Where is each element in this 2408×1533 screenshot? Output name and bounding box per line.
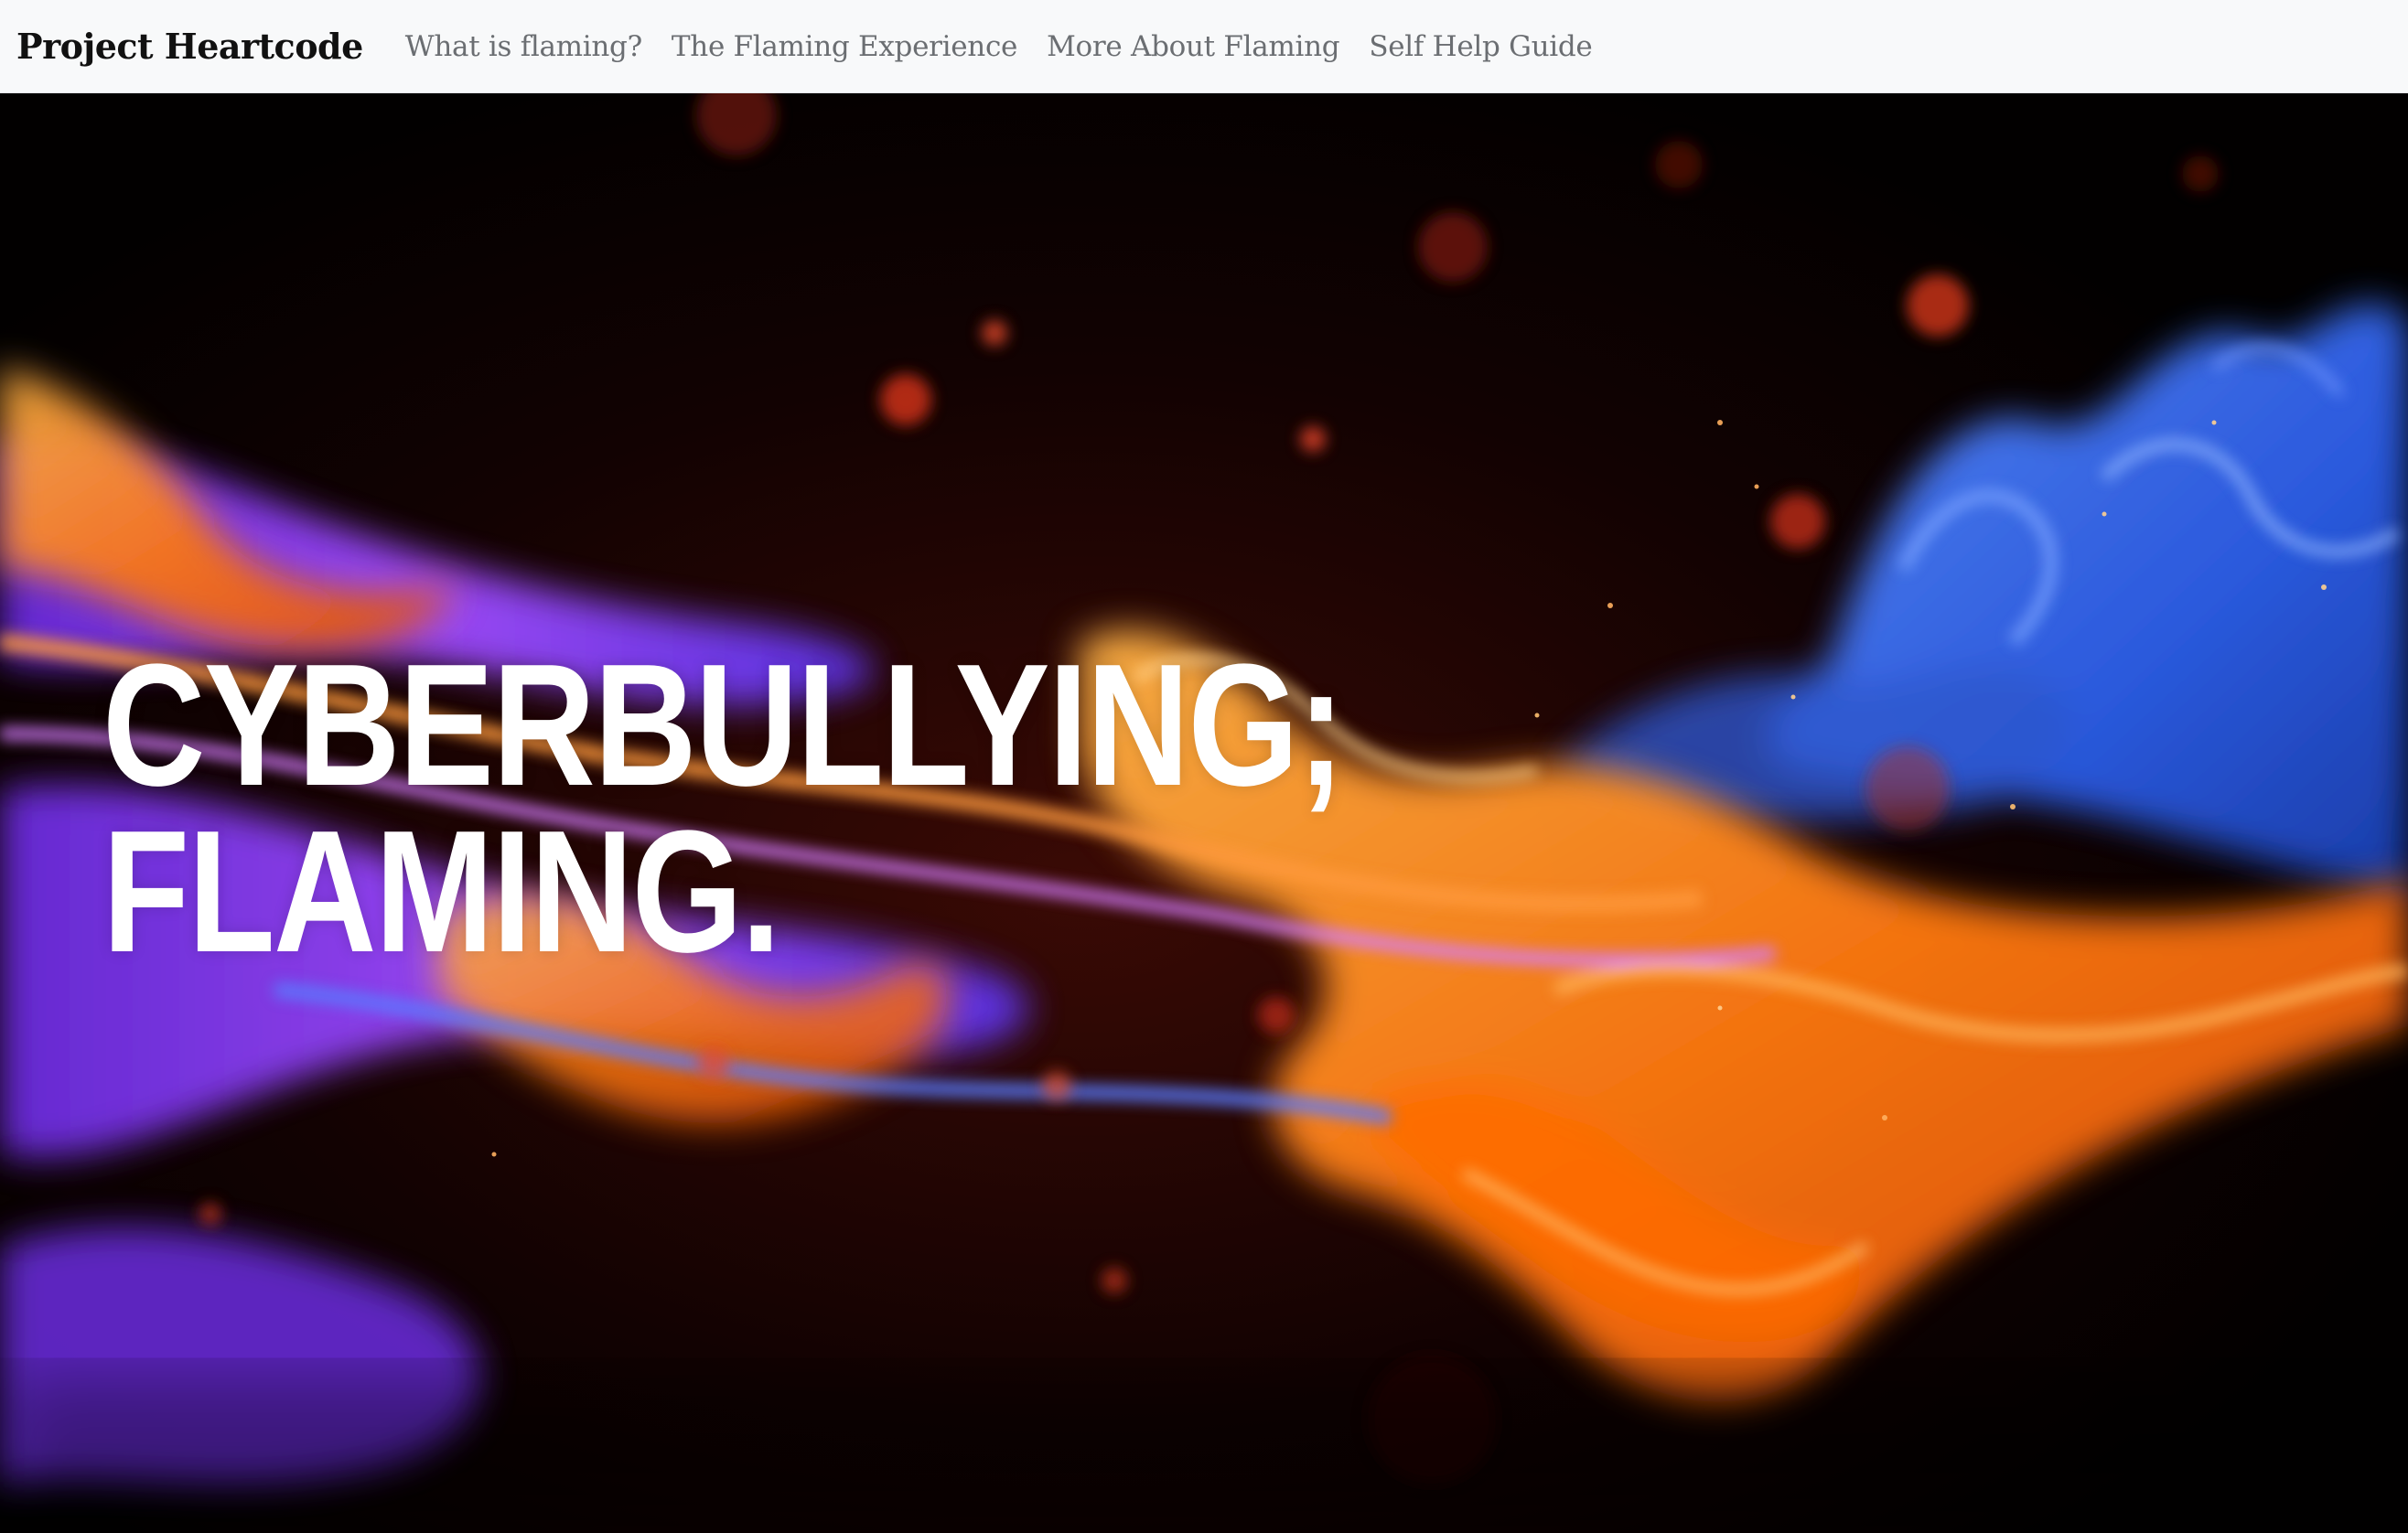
nav-link-what-is-flaming[interactable]: What is flaming? (405, 30, 642, 63)
nav-link-self-help-guide[interactable]: Self Help Guide (1369, 30, 1592, 63)
nav-link-more-about-flaming[interactable]: More About Flaming (1047, 30, 1340, 63)
hero-headline: CYBERBULLYING; FLAMING. (102, 628, 1345, 989)
nav-link-flaming-experience[interactable]: The Flaming Experience (672, 30, 1017, 63)
headline-line-2: FLAMING. (102, 795, 780, 989)
hero-section: CYBERBULLYING; FLAMING. (0, 93, 2408, 1533)
headline-line-1: CYBERBULLYING; (102, 628, 1345, 822)
brand-logo[interactable]: Project Heartcode (16, 26, 363, 67)
nav-links: What is flaming? The Flaming Experience … (405, 30, 1622, 63)
navbar: Project Heartcode What is flaming? The F… (0, 0, 2408, 93)
